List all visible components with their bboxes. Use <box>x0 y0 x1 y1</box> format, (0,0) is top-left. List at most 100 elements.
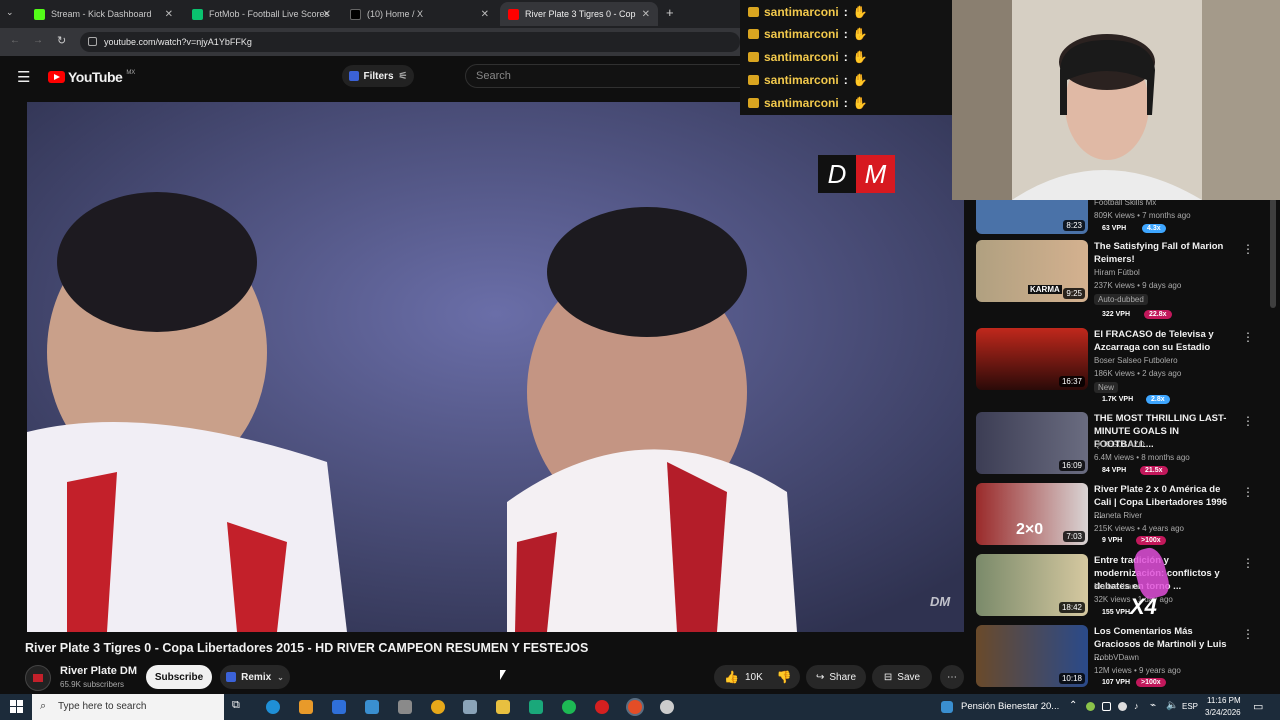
rec-channel[interactable]: RobbVDawn <box>1094 653 1139 662</box>
vph-label: 63 VPH <box>1102 225 1127 232</box>
channel-avatar[interactable] <box>25 665 51 691</box>
rec-thumbnail[interactable]: 8:23 <box>976 198 1088 234</box>
hand-emote-icon <box>1130 544 1172 602</box>
rec-channel[interactable]: QUEGOLAZO <box>1094 440 1145 449</box>
microphone-icon[interactable]: ♪ <box>1134 701 1139 711</box>
windows-start-icon[interactable] <box>10 700 23 713</box>
rec-thumbnail[interactable]: 10:18 <box>976 625 1088 687</box>
kebab-icon[interactable]: ⋮ <box>1242 330 1254 344</box>
forward-icon[interactable]: → <box>33 35 43 46</box>
tab-x[interactable]: (10) Home / X ✕ <box>342 2 497 26</box>
volume-icon[interactable]: 🔈 <box>1166 700 1178 711</box>
kebab-icon[interactable]: ⋮ <box>1242 414 1254 428</box>
rec-title[interactable]: The Satisfying Fall of Marion Reimers! <box>1094 240 1234 266</box>
subscribe-button[interactable]: Subscribe <box>146 665 212 689</box>
remix-label: Remix <box>241 671 272 683</box>
app-icon[interactable] <box>398 700 412 714</box>
dislike-icon[interactable]: 👎 <box>777 670 792 684</box>
duration-badge: 16:09 <box>1058 460 1085 471</box>
video-player[interactable]: D M DM <box>27 102 964 632</box>
emote-icon: ✋ <box>852 73 868 87</box>
kebab-icon[interactable]: ⋮ <box>1242 485 1254 499</box>
emote-icon: ✋ <box>852 27 868 41</box>
save-button[interactable]: ⊟ Save <box>872 665 932 689</box>
remix-button[interactable]: Remix ⌄ <box>220 665 290 689</box>
reload-icon[interactable]: ↻ <box>57 34 66 47</box>
file-explorer-icon[interactable] <box>496 700 510 714</box>
edge-icon[interactable] <box>266 700 280 714</box>
close-icon[interactable]: ✕ <box>323 9 331 20</box>
tab-fotmob[interactable]: FotMob - Football Live Scores ✕ <box>184 2 339 26</box>
notification-icon[interactable]: ▭ <box>1253 700 1263 713</box>
tray-app-icon[interactable] <box>1118 702 1127 711</box>
search-input[interactable]: Search <box>465 64 765 88</box>
like-icon[interactable]: 👍 <box>724 670 739 684</box>
kebab-icon[interactable]: ⋮ <box>1242 627 1254 641</box>
url-input[interactable]: youtube.com/watch?v=njyA1YbFFKg <box>80 32 740 52</box>
notes-icon[interactable] <box>463 700 477 714</box>
youtube-play-icon <box>48 71 65 83</box>
more-actions-button[interactable]: ⋯ <box>940 665 964 689</box>
obs-icon[interactable] <box>660 700 674 714</box>
spotify-icon[interactable] <box>562 700 576 714</box>
clock-time[interactable]: 11:16 PM <box>1207 696 1241 705</box>
rec-thumbnail[interactable]: 18:42 <box>976 554 1088 616</box>
rec-channel[interactable]: Hiram Fútbol <box>1094 268 1140 277</box>
tab-search-icon[interactable]: ⌄ <box>6 7 14 18</box>
rec-item[interactable]: 2×0 7:03 River Plate 2 x 0 América de Cal… <box>976 483 1276 547</box>
kebab-icon[interactable]: ⋮ <box>1242 556 1254 570</box>
rec-title[interactable]: El FRACASO de Televisa y Azcarraga con s… <box>1094 328 1234 354</box>
close-icon[interactable]: ✕ <box>165 9 173 20</box>
chat-line: santimarconi: ✋ <box>748 96 868 110</box>
task-view-icon[interactable]: ⧉ <box>232 699 240 712</box>
close-icon[interactable]: ✕ <box>481 9 489 20</box>
rec-thumbnail[interactable]: 16:37 <box>976 328 1088 390</box>
network-icon[interactable]: ⌁ <box>1150 700 1156 711</box>
rec-item[interactable]: KARMA 9:25 The Satisfying Fall of Marion … <box>976 240 1276 320</box>
channel-name[interactable]: River Plate DM <box>60 665 137 677</box>
duration-badge: 10:18 <box>1058 673 1085 684</box>
menu-icon[interactable]: ☰ <box>17 68 30 86</box>
like-count[interactable]: 10K <box>745 672 763 683</box>
browser-icon[interactable] <box>431 700 445 714</box>
duration-badge: 8:23 <box>1063 220 1085 231</box>
rec-item[interactable]: 8:23 Football Skills Mx 809K views • 7 m… <box>976 198 1276 242</box>
opera-icon[interactable] <box>595 700 609 714</box>
sidebar-scrollbar[interactable] <box>1270 198 1276 308</box>
taskbar-search-input[interactable]: Type here to search <box>32 694 224 720</box>
thumb-caption: KARMA <box>1028 285 1062 294</box>
whatsapp-icon[interactable] <box>529 700 543 714</box>
tray-chevron-icon[interactable]: ⌃ <box>1069 700 1077 711</box>
chat-separator: : <box>843 96 848 110</box>
rec-thumbnail[interactable]: KARMA 9:25 <box>976 240 1088 302</box>
news-widget[interactable]: Pensión Bienestar 20... <box>961 701 1059 712</box>
rec-item[interactable]: 10:18 Los Comentarios Más Graciosos de M… <box>976 625 1276 689</box>
rec-thumbnail[interactable]: 16:09 <box>976 412 1088 474</box>
tab-youtube[interactable]: River Plate 3 Tigres 0 - Cop ✕ <box>500 2 658 26</box>
rec-channel[interactable]: Boser Salseo Futbolero <box>1094 356 1178 365</box>
share-button[interactable]: ↪ Share <box>806 665 866 689</box>
rec-item[interactable]: 16:37 El FRACASO de Televisa y Azcarraga… <box>976 328 1276 406</box>
new-tab-icon[interactable]: + <box>666 5 674 20</box>
tray-app-icon[interactable] <box>1086 702 1095 711</box>
back-icon[interactable]: ← <box>10 35 20 46</box>
chrome-icon[interactable] <box>628 700 642 714</box>
rec-channel[interactable]: Planeta River <box>1094 511 1142 520</box>
store-icon[interactable] <box>365 700 379 714</box>
tray-app-icon[interactable] <box>1102 702 1111 711</box>
mouse-cursor-icon <box>500 670 506 680</box>
ratio-pill: >100x <box>1136 678 1166 687</box>
rec-item[interactable]: 16:09 THE MOST THRILLING LAST-MINUTE GOA… <box>976 412 1276 476</box>
copilot-icon[interactable] <box>299 700 313 714</box>
site-info-icon[interactable] <box>88 37 97 46</box>
filters-button[interactable]: Filters ⚟ <box>342 65 414 87</box>
outlook-icon[interactable] <box>332 700 346 714</box>
clock-date[interactable]: 3/24/2026 <box>1205 708 1241 717</box>
rec-meta: 809K views • 7 months ago <box>1094 211 1191 220</box>
youtube-logo[interactable]: YouTube MX <box>48 69 135 85</box>
kebab-icon[interactable]: ⋮ <box>1242 242 1254 256</box>
close-icon[interactable]: ✕ <box>642 9 650 20</box>
tab-kick[interactable]: Stream - Kick Dashboard ✕ <box>26 2 181 26</box>
language-indicator[interactable]: ESP <box>1182 702 1198 711</box>
rec-thumbnail[interactable]: 2×0 7:03 <box>976 483 1088 545</box>
